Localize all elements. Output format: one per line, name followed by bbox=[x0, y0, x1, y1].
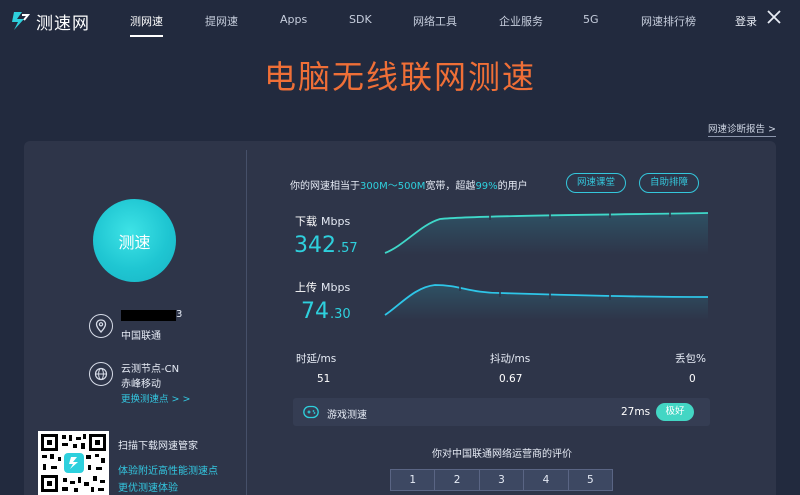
rating-option-4[interactable]: 4 bbox=[524, 470, 569, 490]
game-speed-label: 游戏测速 bbox=[327, 410, 367, 421]
game-latency: 27ms bbox=[621, 406, 651, 418]
page-title: 电脑无线联网测速 bbox=[263, 58, 536, 96]
rating-option-1[interactable]: 1 bbox=[391, 470, 436, 490]
packet-loss-label: 丢包% bbox=[675, 353, 706, 365]
nav-apps[interactable]: Apps bbox=[280, 13, 307, 26]
download-unit: Mbps bbox=[321, 215, 351, 228]
rank-summary: 你的网速相当于300M～500M宽带，超越99%的用户 bbox=[290, 177, 528, 192]
nav-network-tools[interactable]: 网络工具 bbox=[413, 13, 457, 29]
rank-band: 300M～500M bbox=[360, 181, 426, 192]
upload-label-text: 上传 bbox=[295, 281, 317, 294]
rating-options: 1 2 3 4 5 bbox=[390, 469, 613, 491]
nav-test-speed[interactable]: 测网速 bbox=[130, 13, 163, 37]
download-curve-fill bbox=[385, 213, 708, 255]
node-isp: 赤峰移动 bbox=[121, 379, 161, 390]
jitter-label: 抖动/ms bbox=[490, 353, 531, 365]
qr-promo-1[interactable]: 体验附近高性能测速点 bbox=[118, 462, 218, 477]
speed-course-button[interactable]: 网速课堂 bbox=[566, 173, 627, 193]
qr-code bbox=[38, 431, 109, 495]
rating-option-2[interactable]: 2 bbox=[435, 470, 480, 490]
download-dec: .57 bbox=[337, 241, 358, 256]
logo-icon bbox=[12, 12, 31, 30]
qr-title: 扫描下载网速管家 bbox=[118, 441, 198, 452]
rank-percent: 99% bbox=[475, 181, 498, 192]
close-icon[interactable] bbox=[766, 9, 782, 25]
self-troubleshoot-button[interactable]: 自助排障 bbox=[639, 173, 700, 193]
upload-int: 74 bbox=[301, 299, 329, 324]
nav-5g[interactable]: 5G bbox=[583, 13, 599, 26]
gamepad-icon bbox=[303, 405, 319, 419]
nav-sdk[interactable]: SDK bbox=[349, 13, 372, 26]
jitter-value: 0.67 bbox=[499, 373, 523, 385]
start-test-button[interactable]: 测速 bbox=[93, 199, 176, 282]
login-link[interactable]: 登录 bbox=[735, 13, 757, 29]
location-pin-icon bbox=[89, 314, 113, 338]
top-nav: 测速网 测网速 提网速 Apps SDK 网络工具 企业服务 5G 网速排行榜 … bbox=[0, 0, 800, 42]
upload-dec: .30 bbox=[330, 307, 351, 322]
nav-boost-speed[interactable]: 提网速 bbox=[205, 13, 238, 29]
download-int: 342 bbox=[294, 233, 336, 258]
upload-curve-fill bbox=[385, 285, 708, 320]
rank-suffix: 的用户 bbox=[497, 181, 528, 192]
download-label-text: 下载 bbox=[295, 215, 317, 228]
rank-prefix: 你的网速相当于 bbox=[290, 181, 360, 192]
ip-suffix: 3 bbox=[176, 309, 183, 320]
upload-unit: Mbps bbox=[321, 281, 351, 294]
node-name: 云测节点-CN bbox=[121, 364, 180, 375]
upload-value: 74.30 bbox=[301, 299, 351, 324]
brand-logo[interactable]: 测速网 bbox=[8, 6, 90, 36]
qr-promo-2[interactable]: 更优测速体验 bbox=[118, 479, 178, 494]
redacted-ip bbox=[121, 310, 176, 321]
speed-curves bbox=[384, 210, 709, 320]
packet-loss-value: 0 bbox=[689, 373, 696, 385]
latency-value: 51 bbox=[317, 373, 331, 385]
globe-icon bbox=[89, 362, 113, 386]
rating-option-3[interactable]: 3 bbox=[480, 470, 525, 490]
nav-enterprise[interactable]: 企业服务 bbox=[499, 13, 543, 29]
rating-title: 你对中国联通网络运营商的评价 bbox=[432, 449, 572, 460]
game-speed-row[interactable]: 游戏测速 27ms 极好 bbox=[293, 398, 710, 426]
panel-divider bbox=[246, 150, 247, 495]
latency-label: 时延/ms bbox=[296, 353, 337, 365]
nav-speed-ranking[interactable]: 网速排行榜 bbox=[641, 13, 696, 29]
rank-mid: 宽带，超越 bbox=[425, 181, 476, 192]
diagnosis-report-link[interactable]: 网速诊断报告 > bbox=[708, 121, 776, 137]
game-quality-badge: 极好 bbox=[656, 403, 694, 421]
download-value: 342.57 bbox=[294, 233, 358, 258]
download-label: 下载 Mbps bbox=[295, 213, 350, 229]
upload-label: 上传 Mbps bbox=[295, 279, 350, 295]
isp-name: 中国联通 bbox=[121, 331, 161, 342]
change-node-link[interactable]: 更换测速点 > > bbox=[121, 391, 190, 405]
rating-option-5[interactable]: 5 bbox=[569, 470, 612, 490]
brand-name: 测速网 bbox=[36, 13, 90, 34]
